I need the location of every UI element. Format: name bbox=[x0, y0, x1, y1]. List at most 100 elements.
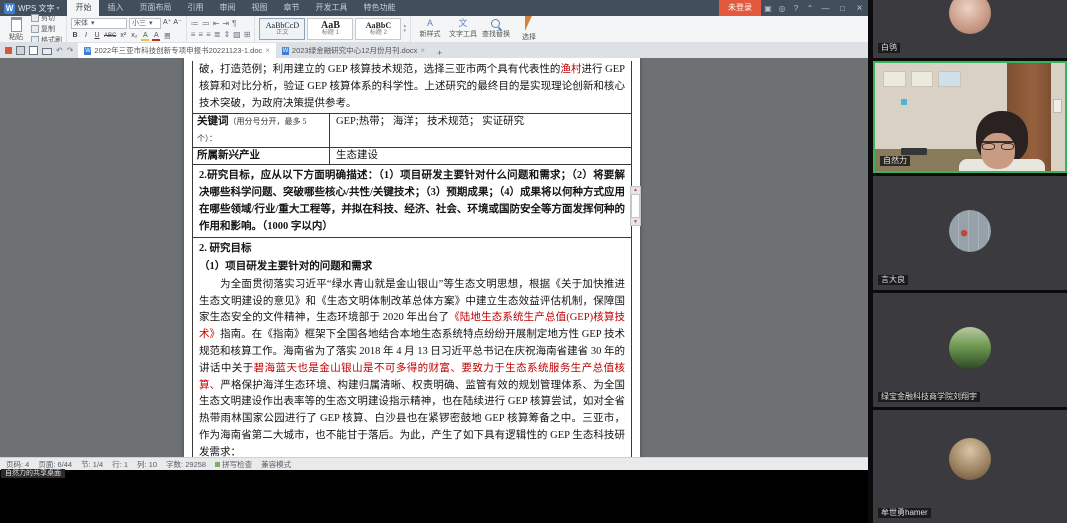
restore-button[interactable]: □ bbox=[834, 4, 851, 13]
industry-row: 所属新兴产业 生态建设 bbox=[193, 146, 631, 166]
close-tab-icon[interactable]: × bbox=[420, 46, 425, 55]
print-preview-icon[interactable] bbox=[29, 45, 38, 55]
enclose-characters-button[interactable]: 圏 bbox=[163, 31, 171, 40]
menu-tab-home[interactable]: 开始 bbox=[67, 0, 100, 16]
participant-tile-2-active-speaker[interactable]: 自然力 bbox=[873, 61, 1067, 173]
shrink-font-button[interactable]: A⁻ bbox=[173, 18, 181, 29]
search-icon bbox=[491, 19, 501, 28]
grow-font-button[interactable]: A⁺ bbox=[163, 18, 171, 29]
increase-indent-icon[interactable]: ⇥ bbox=[222, 19, 229, 28]
menu-tab-section[interactable]: 章节 bbox=[275, 0, 307, 16]
quick-access-toolbar: ↶ ↷ bbox=[0, 42, 78, 58]
industry-label-cell: 所属新兴产业 bbox=[193, 147, 330, 165]
line-spacing-icon[interactable]: ⇕ bbox=[223, 30, 230, 39]
undo-icon[interactable]: ↶ bbox=[56, 46, 63, 55]
status-page-number: 页码: 4 bbox=[6, 459, 30, 469]
border-icon[interactable]: ⊞ bbox=[244, 30, 251, 39]
superscript-button[interactable]: x² bbox=[119, 32, 127, 39]
menu-tab-features[interactable]: 特色功能 bbox=[355, 0, 403, 16]
doc-tab-1[interactable]: W 2022年三亚市科技创新专项申报书20221123-1.doc × bbox=[78, 43, 276, 58]
font-name-select[interactable]: 宋体 ▾ bbox=[71, 18, 127, 29]
text-tools-icon: 文 bbox=[458, 18, 468, 28]
research-goal-section: 2. 研究目标 （1）项目研发主要针对的问题和需求 为全面贯彻落实习近平“绿水青… bbox=[193, 238, 631, 458]
participant-tile-5[interactable]: 牟世勇hamer bbox=[873, 410, 1067, 523]
style-normal[interactable]: AaBbCcD 正文 bbox=[259, 18, 306, 40]
share-icon[interactable]: ◎ bbox=[775, 4, 789, 13]
laptop bbox=[901, 148, 927, 155]
red-highlight-text: 渔村 bbox=[560, 64, 582, 75]
wps-logo-icon[interactable]: W bbox=[4, 2, 15, 14]
status-word-count[interactable]: 字数: 29258 bbox=[166, 459, 206, 470]
number-list-icon[interactable]: ≕ bbox=[202, 19, 210, 28]
store-icon[interactable]: ▣ bbox=[761, 4, 775, 13]
share-strip: 自然力的共享桌面 bbox=[0, 469, 868, 478]
scrollbar-thumb[interactable] bbox=[631, 194, 640, 218]
spell-check-status[interactable]: 拼写检查 bbox=[215, 459, 252, 470]
doc-tab-2[interactable]: W 2023绿金融研究中心12月份月刊.docx × bbox=[276, 43, 431, 58]
caret-down-icon: ▾ bbox=[91, 20, 95, 27]
compatibility-mode-badge: 兼容模式 bbox=[261, 459, 292, 469]
font-color-button[interactable]: A bbox=[152, 32, 161, 41]
text-tools-button[interactable]: 文 文字工具 bbox=[448, 19, 478, 39]
subscript-button[interactable]: x₂ bbox=[130, 32, 138, 39]
font-size-select[interactable]: 小三 ▾ bbox=[129, 18, 161, 29]
tools-group: A 新样式 文 文字工具 查找替换 选择 bbox=[411, 16, 548, 42]
select-button[interactable]: 选择 bbox=[514, 16, 544, 42]
clipboard-small-buttons: 剪切 复制 格式刷 bbox=[31, 13, 62, 45]
app-menu-caret-icon[interactable]: ▾ bbox=[56, 5, 59, 12]
paste-button[interactable]: 粘贴 bbox=[4, 16, 28, 42]
para-mark-icon[interactable]: ¶ bbox=[232, 19, 236, 28]
style-heading1[interactable]: AaB 标题 1 bbox=[307, 18, 354, 40]
redo-icon[interactable]: ↷ bbox=[67, 46, 74, 55]
participant-tile-1[interactable]: 白鸮 bbox=[873, 0, 1067, 58]
print-icon[interactable] bbox=[42, 47, 52, 55]
new-style-button[interactable]: A 新样式 bbox=[415, 19, 445, 39]
cut-button[interactable]: 剪切 bbox=[31, 13, 62, 23]
scroll-up-icon[interactable]: ▲ bbox=[633, 187, 638, 193]
industry-value-cell: 生态建设 bbox=[336, 149, 378, 161]
copy-button[interactable]: 复制 bbox=[31, 24, 62, 34]
vertical-scrollbar[interactable]: ▲ ▼ bbox=[630, 186, 641, 226]
menu-tab-dev-tools[interactable]: 开发工具 bbox=[307, 0, 355, 16]
align-center-icon[interactable]: ≡ bbox=[198, 30, 203, 39]
participant-name: 绿宝金融科技商学院刘翔宇 bbox=[878, 392, 980, 402]
participant-name: 白鸮 bbox=[878, 43, 900, 53]
justify-icon[interactable]: ≣ bbox=[214, 30, 221, 39]
gallery-down-icon[interactable]: ▾ bbox=[403, 29, 406, 34]
underline-button[interactable]: U bbox=[93, 32, 101, 39]
menu-tab-insert[interactable]: 插入 bbox=[99, 0, 131, 16]
align-right-icon[interactable]: ≡ bbox=[206, 30, 211, 39]
style-gallery-scroll[interactable]: ▴ ▾ bbox=[403, 24, 406, 34]
bold-button[interactable]: B bbox=[71, 32, 79, 39]
new-tab-button[interactable]: + bbox=[431, 48, 448, 58]
highlight-color-button[interactable]: A bbox=[141, 32, 150, 41]
document-canvas[interactable]: 破，打造范例；利用建立的 GEP 核算技术规范，选择三亚市两个具有代表性的渔村进… bbox=[0, 58, 868, 458]
style-heading2[interactable]: AaBbC 标题 2 bbox=[355, 18, 402, 40]
menu-tab-page-layout[interactable]: 页面布局 bbox=[131, 0, 179, 16]
close-button[interactable]: × bbox=[851, 3, 868, 14]
bullet-list-icon[interactable]: ≔ bbox=[191, 19, 199, 28]
decrease-indent-icon[interactable]: ⇤ bbox=[213, 19, 220, 28]
login-button[interactable]: 未登录 bbox=[719, 0, 761, 16]
screen-share-banner: 自然力的共享桌面 bbox=[1, 469, 65, 478]
menu-tab-view[interactable]: 视图 bbox=[243, 0, 275, 16]
participant-tile-4[interactable]: 绿宝金融科技商学院刘翔宇 bbox=[873, 293, 1067, 407]
participant-tile-3[interactable]: 言大良 bbox=[873, 176, 1067, 290]
scroll-down-icon[interactable]: ▼ bbox=[633, 219, 638, 225]
close-tab-icon[interactable]: × bbox=[265, 46, 270, 55]
collapse-ribbon-icon[interactable]: ⌃ bbox=[803, 4, 817, 13]
document-page[interactable]: 破，打造范例；利用建立的 GEP 核算技术规范，选择三亚市两个具有代表性的渔村进… bbox=[184, 58, 640, 458]
new-style-icon: A bbox=[426, 18, 433, 28]
strikethrough-button[interactable]: ABC bbox=[104, 33, 116, 39]
help-icon[interactable]: ? bbox=[789, 4, 803, 13]
italic-button[interactable]: I bbox=[82, 32, 90, 39]
doc-icon: W bbox=[281, 46, 289, 55]
align-left-icon[interactable]: ≡ bbox=[191, 30, 196, 39]
menu-tab-review[interactable]: 审阅 bbox=[211, 0, 243, 16]
menu-tab-references[interactable]: 引用 bbox=[179, 0, 211, 16]
minimize-button[interactable]: — bbox=[817, 4, 834, 13]
save-icon[interactable] bbox=[16, 45, 25, 55]
file-menu-icon[interactable] bbox=[5, 46, 12, 54]
shading-icon[interactable]: ▨ bbox=[233, 30, 241, 39]
find-replace-button[interactable]: 查找替换 bbox=[481, 19, 511, 39]
